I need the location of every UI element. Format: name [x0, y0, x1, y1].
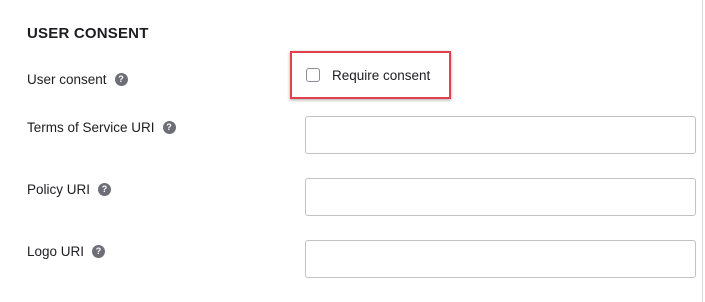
logo-uri-label: Logo URI	[27, 244, 85, 259]
require-consent-highlight: Require consent	[290, 51, 451, 99]
help-icon[interactable]: ?	[92, 245, 106, 258]
user-consent-label: User consent	[27, 72, 107, 87]
require-consent-checkbox[interactable]	[306, 68, 320, 82]
logo-uri-input[interactable]	[305, 240, 696, 278]
require-consent-label[interactable]: Require consent	[332, 68, 430, 83]
logo-uri-label-group: Logo URI ?	[27, 244, 106, 259]
help-icon[interactable]: ?	[162, 121, 176, 134]
terms-of-service-uri-input[interactable]	[305, 116, 696, 154]
policy-uri-input[interactable]	[305, 178, 696, 216]
policy-uri-label: Policy URI	[27, 182, 91, 197]
help-icon[interactable]: ?	[98, 183, 112, 196]
policy-uri-label-group: Policy URI ?	[27, 182, 112, 197]
terms-of-service-label: Terms of Service URI	[27, 120, 155, 135]
help-icon[interactable]: ?	[114, 73, 128, 86]
user-consent-label-group: User consent ?	[27, 72, 128, 87]
section-title: USER CONSENT	[27, 25, 149, 42]
terms-of-service-label-group: Terms of Service URI ?	[27, 120, 176, 135]
user-consent-panel: USER CONSENT User consent ? Require cons…	[0, 0, 703, 302]
